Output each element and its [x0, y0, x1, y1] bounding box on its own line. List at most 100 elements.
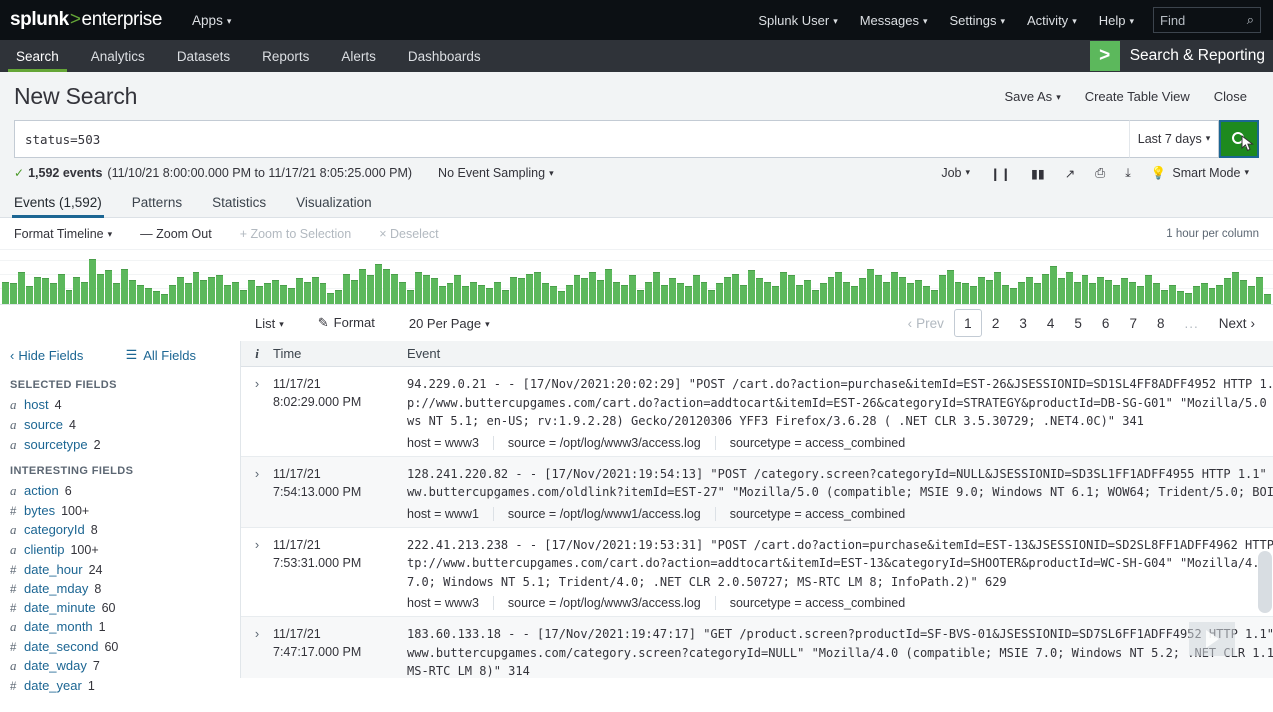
field-item-host[interactable]: a host 4: [0, 395, 240, 415]
tab-visualization[interactable]: Visualization: [296, 188, 386, 217]
list-view-dropdown[interactable]: List ▾: [255, 316, 284, 331]
column-header-event[interactable]: Event: [395, 346, 1273, 361]
timeline-bar[interactable]: [1264, 294, 1271, 304]
timeline-bar[interactable]: [240, 289, 248, 304]
pagination-next[interactable]: Next ›: [1209, 316, 1265, 331]
timeline-bar[interactable]: [144, 288, 152, 304]
timeline-bar[interactable]: [629, 275, 636, 304]
event-field-source[interactable]: source = /opt/log/www3/access.log: [508, 435, 716, 450]
field-item-date_month[interactable]: a date_month 1: [0, 617, 240, 637]
timeline-bar[interactable]: [970, 286, 978, 304]
create-table-view-button[interactable]: Create Table View: [1073, 89, 1202, 104]
event-field-host[interactable]: host = www3: [407, 596, 494, 610]
timeline-bar[interactable]: [930, 289, 938, 304]
timeline-bar[interactable]: [1081, 275, 1089, 304]
search-query-input[interactable]: status=503: [14, 120, 1129, 158]
timeline-bar[interactable]: [732, 273, 740, 304]
timeline-bar[interactable]: [57, 273, 65, 304]
timeline-bar[interactable]: [906, 283, 914, 304]
timeline-bar[interactable]: [295, 278, 303, 304]
timeline-bar[interactable]: [867, 268, 875, 304]
timeline-bar[interactable]: [1010, 288, 1017, 304]
field-item-categoryId[interactable]: a categoryId 8: [0, 520, 240, 540]
event-field-sourcetype[interactable]: sourcetype = access_combined: [730, 596, 919, 610]
share-icon[interactable]: ↗: [1055, 166, 1085, 181]
hide-fields-button[interactable]: ‹ Hide Fields: [10, 348, 83, 363]
field-item-date_second[interactable]: # date_second 60: [0, 637, 240, 656]
event-timestamp[interactable]: 11/17/21 7:47:17.000 PM: [273, 625, 395, 678]
timeline-bar[interactable]: [724, 276, 732, 304]
timeline-bar[interactable]: [422, 275, 430, 304]
timeline-bar[interactable]: [581, 278, 589, 304]
timeline-bar[interactable]: [891, 272, 898, 304]
run-search-button[interactable]: [1219, 120, 1259, 158]
format-results-button[interactable]: ✎ Format: [318, 315, 375, 331]
timeline-bar[interactable]: [954, 281, 962, 304]
timeline-bar[interactable]: [430, 278, 438, 304]
timeline-bar[interactable]: [978, 276, 986, 304]
timeline-bar[interactable]: [819, 283, 827, 304]
timeline-bar[interactable]: [986, 280, 994, 304]
timeline-bar[interactable]: [1113, 284, 1121, 304]
timeline-bar[interactable]: [1089, 283, 1097, 304]
field-item-date_hour[interactable]: # date_hour 24: [0, 560, 240, 579]
field-item-source[interactable]: a source 4: [0, 415, 240, 435]
timeline-bar[interactable]: [1216, 284, 1224, 304]
tab-statistics[interactable]: Statistics: [212, 188, 280, 217]
timeline-bar[interactable]: [1137, 286, 1144, 304]
timeline-bar[interactable]: [303, 281, 311, 304]
timeline-bar[interactable]: [565, 284, 573, 304]
menu-activity[interactable]: Activity ▾: [1016, 13, 1088, 28]
all-fields-button[interactable]: ☰ All Fields: [126, 347, 230, 363]
field-item-date_year[interactable]: # date_year 1: [0, 676, 240, 695]
timeline-bar[interactable]: [1018, 281, 1025, 304]
timeline-bar[interactable]: [121, 268, 128, 304]
timeline-bar[interactable]: [25, 286, 33, 304]
export-icon[interactable]: ⤓: [1115, 166, 1141, 181]
table-row[interactable]: › 11/17/21 8:02:29.000 PM 94.229.0.21 - - […: [241, 367, 1273, 457]
timeline-bar[interactable]: [256, 286, 263, 304]
field-item-clientip[interactable]: a clientip 100+: [0, 540, 240, 560]
event-sampling-dropdown[interactable]: No Event Sampling ▾: [438, 166, 554, 180]
timeline-bar[interactable]: [1176, 291, 1184, 304]
expand-row-icon[interactable]: ›: [241, 465, 273, 521]
timeline-bar[interactable]: [406, 289, 414, 304]
timeline-bar[interactable]: [652, 272, 660, 304]
close-button[interactable]: Close: [1202, 89, 1259, 104]
menu-splunk-user[interactable]: Splunk User ▾: [747, 13, 848, 28]
timeline-bar[interactable]: [438, 286, 446, 304]
event-timeline-chart[interactable]: [0, 250, 1273, 305]
event-field-host[interactable]: host = www3: [407, 435, 494, 450]
format-timeline-dropdown[interactable]: Format Timeline ▾: [14, 227, 112, 241]
timeline-bar[interactable]: [248, 280, 255, 304]
timeline-bar[interactable]: [764, 281, 771, 304]
timeline-bar[interactable]: [787, 275, 795, 304]
time-range-picker[interactable]: Last 7 days ▾: [1129, 120, 1219, 158]
nav-item-alerts[interactable]: Alerts: [325, 40, 392, 72]
field-item-date_wday[interactable]: a date_wday 7: [0, 656, 240, 676]
timeline-bar[interactable]: [1121, 278, 1129, 304]
timeline-bar[interactable]: [756, 278, 763, 304]
timeline-bar[interactable]: [319, 283, 327, 304]
timeline-bar[interactable]: [668, 278, 676, 304]
timeline-bar[interactable]: [1033, 283, 1041, 304]
timeline-bar[interactable]: [938, 275, 946, 304]
timeline-bar[interactable]: [1002, 284, 1010, 304]
timeline-bar[interactable]: [343, 273, 351, 304]
timeline-bar[interactable]: [375, 264, 382, 304]
timeline-bar[interactable]: [129, 280, 136, 304]
timeline-bar[interactable]: [1073, 281, 1081, 304]
event-timestamp[interactable]: 11/17/21 7:54:13.000 PM: [273, 465, 395, 521]
save-as-button[interactable]: Save As ▾: [992, 89, 1072, 104]
field-item-bytes[interactable]: # bytes 100+: [0, 501, 240, 520]
timeline-bar[interactable]: [1057, 278, 1065, 304]
pagination-page-3[interactable]: 3: [1009, 316, 1037, 331]
apps-menu[interactable]: Apps ▾: [192, 13, 231, 28]
timeline-bar[interactable]: [914, 280, 922, 304]
timeline-bar[interactable]: [49, 283, 57, 304]
timeline-bar[interactable]: [414, 272, 422, 304]
timeline-bar[interactable]: [502, 289, 509, 304]
timeline-bar[interactable]: [748, 270, 756, 304]
menu-messages[interactable]: Messages ▾: [849, 13, 939, 28]
timeline-bar[interactable]: [89, 259, 97, 304]
